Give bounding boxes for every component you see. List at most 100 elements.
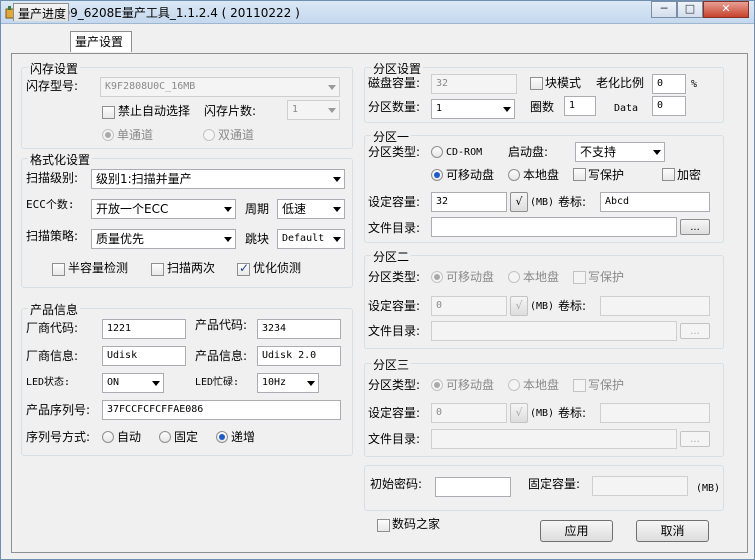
single-channel-label: 单通道 <box>117 128 154 142</box>
vendor-info-input[interactable]: Udisk <box>102 346 186 366</box>
part1-boot-select[interactable]: 不支持 <box>575 142 665 162</box>
apply-button[interactable]: 应用 <box>540 520 613 542</box>
data-input[interactable]: 0 <box>652 96 686 116</box>
product-info-group: 产品信息 厂商代码: 1221 产品代码: 3234 厂商信息: Udisk 产… <box>21 301 353 456</box>
period-label: 周期 <box>245 202 270 216</box>
flash-model-value: K9F2808U0C_16MB <box>105 81 196 92</box>
part3-write-protect-checkbox[interactable] <box>573 379 586 392</box>
serial-input[interactable]: 37FCCFCFCFFAE086 <box>102 400 341 420</box>
chevron-down-icon <box>333 207 341 212</box>
chevron-down-icon <box>328 108 336 113</box>
part1-write-protect-label: 写保护 <box>588 168 625 182</box>
block-mode-checkbox[interactable] <box>530 77 543 90</box>
part2-removable-label: 可移动盘 <box>446 270 495 284</box>
part2-volume-input[interactable] <box>600 296 710 316</box>
led-busy-select[interactable]: 10Hz <box>257 373 319 393</box>
part1-max-capacity-button[interactable]: √ <box>510 192 528 212</box>
flash-count-select[interactable]: 1 <box>287 100 340 120</box>
part3-max-capacity-button[interactable]: √ <box>510 403 528 423</box>
part3-local-label: 本地盘 <box>523 378 560 392</box>
part1-browse-button[interactable]: ... <box>680 219 710 235</box>
part3-write-protect-label: 写保护 <box>588 378 625 392</box>
scan-strategy-label: 扫描策略: <box>26 229 79 243</box>
part3-volume-label: 卷标: <box>558 406 587 420</box>
watermark-label: 数码之家 <box>392 517 441 531</box>
part1-encrypt-checkbox[interactable] <box>662 168 675 181</box>
disk-capacity-input[interactable]: 32 <box>431 74 517 94</box>
chevron-down-icon <box>307 381 315 386</box>
product-code-input[interactable]: 3234 <box>257 319 341 339</box>
chevron-down-icon <box>152 381 160 386</box>
part2-local-radio[interactable] <box>508 271 520 283</box>
part2-browse-button[interactable]: ... <box>680 323 710 339</box>
partition-settings-group: 分区设置 磁盘容量: 32 块模式 老化比例 0 % 分区数量: 1 圈数 1 … <box>364 60 724 123</box>
fixed-capacity-input[interactable] <box>592 476 688 496</box>
serial-mode-increment-radio[interactable] <box>216 431 228 443</box>
led-status-value: ON <box>107 377 120 388</box>
disable-auto-checkbox[interactable] <box>102 106 115 119</box>
part3-capacity-input[interactable]: 0 <box>431 403 507 423</box>
serial-mode-increment-label: 递增 <box>231 430 256 444</box>
half-capacity-checkbox[interactable] <box>52 263 65 276</box>
period-select[interactable]: 低速 <box>277 199 345 219</box>
fixed-capacity-unit-label: (MB) <box>696 483 721 494</box>
cancel-button[interactable]: 取消 <box>636 520 709 542</box>
partition-count-label: 分区数量: <box>368 100 421 114</box>
close-button[interactable]: ✕ <box>703 1 749 18</box>
scan-level-select[interactable]: 级别1:扫描并量产 <box>91 169 345 189</box>
part1-removable-radio[interactable] <box>431 169 443 181</box>
maximize-button[interactable]: □ <box>677 1 703 18</box>
part2-max-capacity-button[interactable]: √ <box>510 296 528 316</box>
part3-removable-radio[interactable] <box>431 379 443 391</box>
partition-2-group: 分区二 分区类型: 可移动盘 本地盘 写保护 设定容量: 0 √ (MB) 卷标… <box>364 248 724 349</box>
skip-block-select[interactable]: Default <box>277 229 345 249</box>
serial-mode-fixed-radio[interactable] <box>159 431 171 443</box>
led-status-select[interactable]: ON <box>102 373 164 393</box>
part1-removable-label: 可移动盘 <box>446 168 495 182</box>
title-bar: MW8209_6208E量产工具_1.1.2.4 ( 20110222 ) ─ … <box>1 1 754 24</box>
part1-capacity-input[interactable]: 32 <box>431 192 507 212</box>
vendor-code-input[interactable]: 1221 <box>102 319 186 339</box>
serial-label: 产品序列号: <box>26 403 91 417</box>
serial-mode-auto-radio[interactable] <box>102 431 114 443</box>
part1-dir-input[interactable] <box>431 217 677 237</box>
part3-volume-input[interactable] <box>600 403 710 423</box>
part3-removable-label: 可移动盘 <box>446 378 495 392</box>
single-channel-radio[interactable] <box>102 129 114 141</box>
tab-settings[interactable]: 量产设置 <box>70 31 132 52</box>
partition-3-group: 分区三 分区类型: 可移动盘 本地盘 写保护 设定容量: 0 √ (MB) 卷标… <box>364 356 724 457</box>
chevron-down-icon <box>333 177 341 182</box>
tab-progress[interactable]: 量产进度 <box>13 3 69 21</box>
serial-mode-fixed-label: 固定 <box>174 430 199 444</box>
part2-write-protect-checkbox[interactable] <box>573 271 586 284</box>
part3-local-radio[interactable] <box>508 379 520 391</box>
settings-panel: 闪存设置 闪存型号: K9F2808U0C_16MB 禁止自动选择 闪存片数: … <box>11 53 748 553</box>
dual-channel-radio[interactable] <box>203 129 215 141</box>
partition-count-select[interactable]: 1 <box>431 99 515 119</box>
ecc-select[interactable]: 开放一个ECC <box>91 199 236 219</box>
part1-cdrom-radio[interactable] <box>431 146 443 158</box>
part1-write-protect-checkbox[interactable] <box>573 168 586 181</box>
part1-local-radio[interactable] <box>508 169 520 181</box>
laps-input[interactable]: 1 <box>564 96 596 116</box>
serial-mode-auto-label: 自动 <box>117 430 142 444</box>
part3-dir-input[interactable] <box>431 429 677 449</box>
aging-ratio-input[interactable]: 0 <box>652 74 686 94</box>
flash-model-select[interactable]: K9F2808U0C_16MB <box>100 77 340 97</box>
part1-dir-label: 文件目录: <box>368 221 421 235</box>
part2-removable-radio[interactable] <box>431 271 443 283</box>
minimize-button[interactable]: ─ <box>651 1 677 18</box>
scan-twice-checkbox[interactable] <box>151 263 164 276</box>
part1-boot-label: 启动盘: <box>508 145 549 159</box>
part1-volume-label: 卷标: <box>558 195 587 209</box>
part2-capacity-input[interactable]: 0 <box>431 296 507 316</box>
scan-strategy-select[interactable]: 质量优先 <box>91 229 236 249</box>
chevron-down-icon <box>224 207 232 212</box>
part1-volume-input[interactable]: Abcd <box>600 192 710 212</box>
part3-browse-button[interactable]: ... <box>680 431 710 447</box>
initial-password-input[interactable] <box>435 477 511 497</box>
product-info-input[interactable]: Udisk 2.0 <box>257 346 341 366</box>
optimize-detect-checkbox[interactable] <box>237 261 250 276</box>
part2-dir-input[interactable] <box>431 321 677 341</box>
watermark-checkbox[interactable] <box>377 519 390 532</box>
